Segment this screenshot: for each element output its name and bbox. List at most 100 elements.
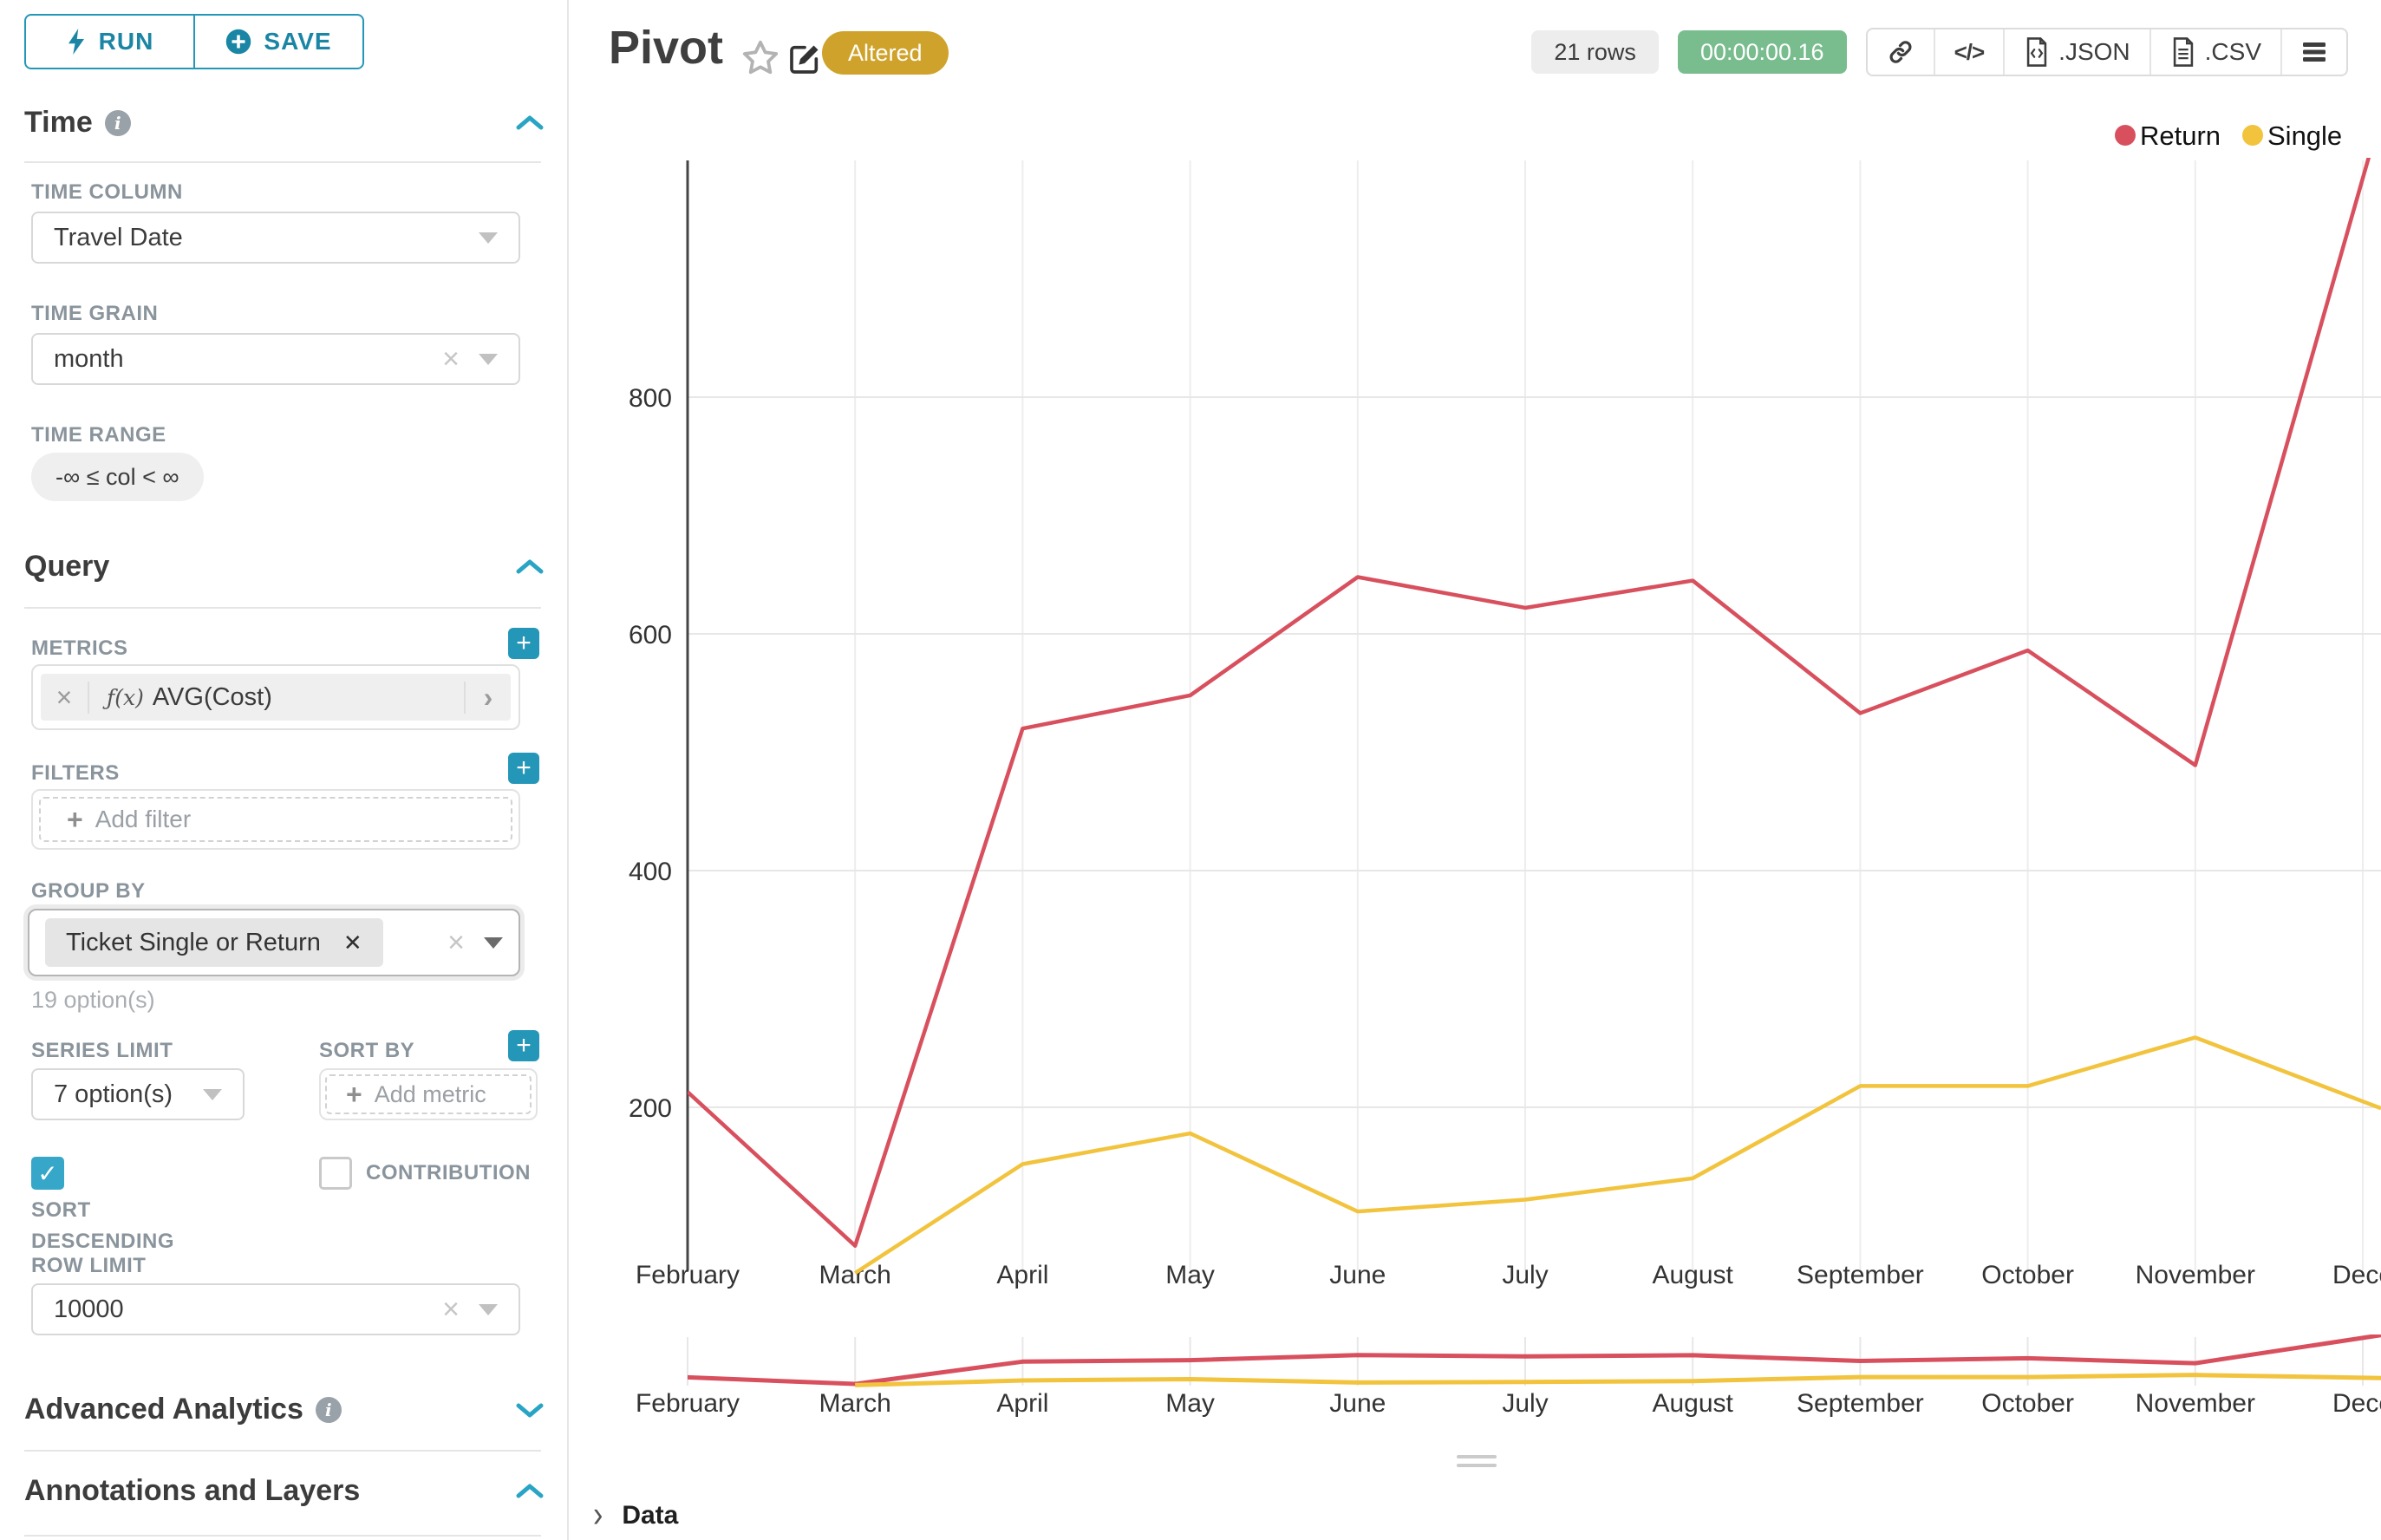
annotations-header[interactable]: Annotations and Layers: [24, 1474, 545, 1508]
series-limit-value: 7 option(s): [54, 1080, 173, 1109]
svg-text:Return: Return: [2140, 121, 2221, 151]
row-limit-select[interactable]: 10000 ×: [31, 1283, 520, 1335]
svg-text:April: April: [996, 1389, 1048, 1418]
svg-text:June: June: [1329, 1261, 1386, 1289]
filters-field: + Add filter: [31, 789, 520, 850]
chevron-down-icon: [479, 1304, 498, 1315]
plus-circle-icon: [225, 29, 251, 55]
row-limit-value: 10000: [54, 1295, 124, 1324]
time-range-value: -∞ ≤ col < ∞: [55, 464, 179, 491]
add-filter-dropzone[interactable]: + Add filter: [39, 797, 512, 842]
metric-chip[interactable]: × ƒ(x) AVG(Cost) ›: [41, 674, 511, 721]
svg-text:October: October: [1981, 1261, 2074, 1289]
sort-descending-label: SORT DESCENDING: [31, 1195, 232, 1257]
add-sort-metric-button[interactable]: +: [508, 1030, 539, 1061]
time-section-header[interactable]: Time i: [24, 106, 545, 140]
remove-metric-icon[interactable]: ×: [41, 682, 89, 714]
section-divider: [24, 161, 541, 163]
remove-chip-icon[interactable]: ✕: [343, 930, 362, 956]
info-icon: i: [316, 1397, 342, 1423]
svg-text:September: September: [1797, 1261, 1924, 1289]
advanced-analytics-header[interactable]: Advanced Analytics i: [24, 1393, 545, 1426]
chevron-up-icon[interactable]: [515, 114, 545, 133]
svg-text:400: 400: [629, 858, 672, 886]
metric-chip-label: AVG(Cost): [153, 683, 272, 712]
clear-icon[interactable]: ×: [442, 344, 460, 374]
metrics-field: × ƒ(x) AVG(Cost) ›: [31, 664, 520, 730]
chevron-right-icon[interactable]: ›: [464, 682, 511, 714]
data-panel-toggle[interactable]: › Data: [593, 1498, 678, 1532]
advanced-analytics-title: Advanced Analytics: [24, 1393, 303, 1426]
svg-text:November: November: [2136, 1389, 2255, 1418]
annotations-title: Annotations and Layers: [24, 1474, 360, 1508]
sort-descending-control[interactable]: ✓ SORT DESCENDING: [31, 1157, 232, 1257]
plus-icon: +: [67, 804, 83, 836]
info-icon: i: [105, 110, 131, 136]
chevron-right-icon: ›: [593, 1494, 603, 1537]
resize-drag-handle[interactable]: [1457, 1455, 1497, 1472]
sort-by-label: SORT BY: [319, 1039, 414, 1063]
clear-icon[interactable]: ×: [447, 928, 465, 957]
series-limit-select[interactable]: 7 option(s): [31, 1068, 245, 1120]
svg-text:Dece: Dece: [2332, 1261, 2381, 1289]
query-section-title: Query: [24, 550, 109, 584]
checkbox-checked-icon[interactable]: ✓: [31, 1157, 64, 1190]
chart-canvas[interactable]: 200400600800FebruaryFebruaryMarchMarchAp…: [571, 0, 2381, 1540]
add-filter-label: Add filter: [95, 806, 192, 833]
contribution-label: CONTRIBUTION: [366, 1158, 531, 1189]
svg-text:August: August: [1652, 1261, 1733, 1289]
svg-text:September: September: [1797, 1389, 1924, 1418]
chevron-down-icon: [484, 937, 503, 949]
chevron-down-icon[interactable]: [515, 1400, 545, 1419]
svg-text:800: 800: [629, 384, 672, 413]
svg-text:June: June: [1329, 1389, 1386, 1418]
chevron-up-icon[interactable]: [515, 1482, 545, 1501]
series-limit-label: SERIES LIMIT: [31, 1039, 173, 1063]
control-sidebar: RUN SAVE Time i TIME COLUMN Travel Date …: [0, 0, 569, 1540]
group-by-chip-label: Ticket Single or Return: [66, 929, 321, 957]
run-save-buttons: RUN SAVE: [24, 14, 364, 69]
chart-panel: Pivot Altered 21 rows 00:00:00.16 </> .J…: [571, 0, 2381, 1540]
time-range-label: TIME RANGE: [31, 423, 166, 447]
add-filter-button[interactable]: +: [508, 753, 539, 784]
section-divider: [24, 1450, 541, 1452]
add-metric-button[interactable]: +: [508, 628, 539, 659]
chevron-up-icon[interactable]: [515, 558, 545, 577]
query-section-header[interactable]: Query: [24, 550, 545, 584]
svg-text:March: March: [819, 1261, 891, 1289]
svg-text:August: August: [1652, 1389, 1733, 1418]
time-column-value: Travel Date: [54, 224, 183, 252]
contribution-control[interactable]: CONTRIBUTION: [319, 1157, 545, 1190]
svg-text:March: March: [819, 1389, 891, 1418]
svg-text:Dece: Dece: [2332, 1389, 2381, 1418]
svg-text:May: May: [1165, 1261, 1215, 1289]
run-button[interactable]: RUN: [26, 16, 193, 68]
time-column-label: TIME COLUMN: [31, 180, 183, 205]
run-button-label: RUN: [99, 28, 154, 55]
row-limit-label: ROW LIMIT: [31, 1254, 146, 1278]
save-button-label: SAVE: [264, 28, 331, 55]
checkbox-unchecked-icon[interactable]: [319, 1157, 352, 1190]
chevron-down-icon: [479, 354, 498, 365]
sort-by-field: + Add metric: [319, 1068, 538, 1120]
add-metric-label: Add metric: [375, 1081, 486, 1108]
data-panel-title: Data: [622, 1501, 678, 1530]
clear-icon[interactable]: ×: [442, 1295, 460, 1324]
add-sort-metric-dropzone[interactable]: + Add metric: [325, 1074, 532, 1114]
filters-label: FILTERS: [31, 761, 120, 786]
svg-text:October: October: [1981, 1389, 2074, 1418]
time-range-chip[interactable]: -∞ ≤ col < ∞: [31, 453, 204, 501]
group-by-chip[interactable]: Ticket Single or Return ✕: [45, 918, 383, 967]
svg-text:February: February: [636, 1261, 740, 1289]
time-column-select[interactable]: Travel Date: [31, 212, 520, 264]
group-by-label: GROUP BY: [31, 879, 146, 904]
chevron-down-icon: [479, 232, 498, 244]
svg-text:February: February: [636, 1389, 740, 1418]
save-button[interactable]: SAVE: [193, 16, 362, 68]
svg-text:July: July: [1502, 1389, 1548, 1418]
time-grain-select[interactable]: month ×: [31, 333, 520, 385]
plus-icon: +: [346, 1079, 362, 1111]
group-by-select[interactable]: Ticket Single or Return ✕ ×: [28, 909, 520, 976]
svg-text:April: April: [996, 1261, 1048, 1289]
section-divider: [24, 607, 541, 609]
